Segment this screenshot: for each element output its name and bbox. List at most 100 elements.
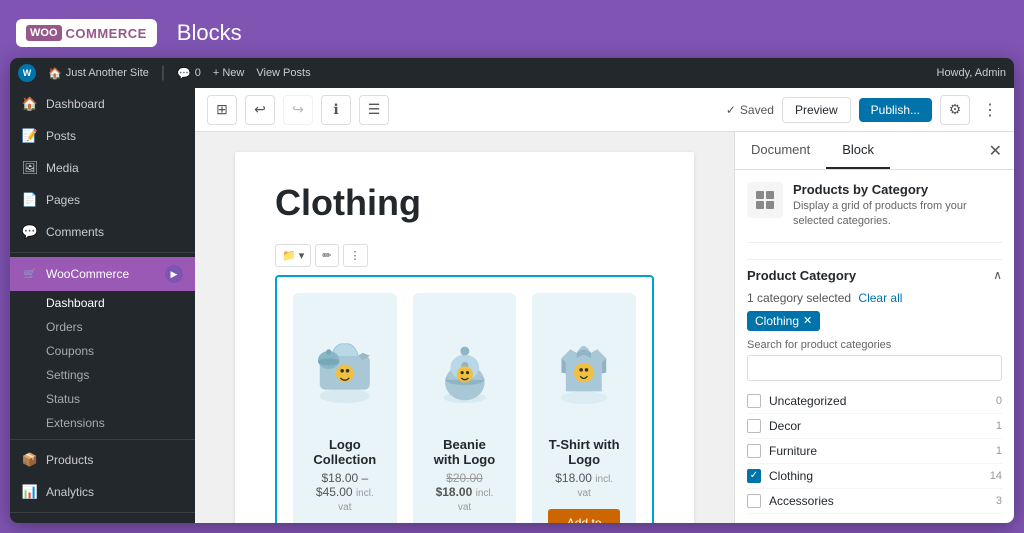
product-category-title: Product Category bbox=[747, 268, 856, 283]
product-svg-1 bbox=[309, 329, 381, 409]
product-image-2 bbox=[429, 309, 501, 429]
cat-count-clothing: 14 bbox=[990, 470, 1002, 482]
product-card-1: Logo Collection $18.00 – $45.00 incl. va… bbox=[293, 293, 397, 523]
new-item[interactable]: + New bbox=[213, 67, 245, 79]
product-image-1 bbox=[309, 309, 381, 429]
panel-tabs: Document Block ✕ bbox=[735, 132, 1014, 170]
product-price-text-3: $18.00 bbox=[555, 471, 592, 485]
editor-area: Clothing 📁 ▾ ✏ ⋮ bbox=[195, 132, 734, 523]
category-count-text: 1 category selected bbox=[747, 291, 851, 305]
sidebar-sub-extensions[interactable]: Extensions bbox=[10, 411, 195, 435]
search-categories-label: Search for product categories bbox=[747, 339, 1002, 351]
sidebar-item-analytics[interactable]: 📊 Analytics bbox=[10, 476, 195, 508]
toolbar-redo-btn[interactable]: ↪ bbox=[283, 95, 313, 125]
category-tag-container: Clothing ✕ bbox=[747, 311, 1002, 339]
clothing-tag: Clothing ✕ bbox=[747, 311, 820, 331]
tab-block[interactable]: Block bbox=[826, 132, 890, 169]
cat-checkbox-decor[interactable] bbox=[747, 419, 761, 433]
product-name-2: Beanie with Logo bbox=[429, 437, 501, 467]
toolbar-info-btn[interactable]: ℹ bbox=[321, 95, 351, 125]
wc-badge: ▶ bbox=[165, 265, 183, 283]
woocommerce-icon: 🛒 bbox=[22, 266, 38, 282]
block-edit-btn[interactable]: ✏ bbox=[315, 244, 338, 267]
product-card-3: T-Shirt with Logo $18.00 incl. vat Add t… bbox=[532, 293, 636, 523]
media-icon: 🖼 bbox=[22, 160, 38, 176]
sidebar-divider2 bbox=[10, 439, 195, 440]
category-item-accessories: Accessories 3 bbox=[747, 489, 1002, 514]
page-title: Blocks bbox=[177, 20, 242, 46]
sidebar-sub-orders[interactable]: Orders bbox=[10, 315, 195, 339]
block-type-icon bbox=[747, 182, 783, 218]
toolbar-block-btn[interactable]: ⊞ bbox=[207, 95, 237, 125]
wp-logo[interactable]: W bbox=[18, 64, 36, 82]
cat-checkbox-furniture[interactable] bbox=[747, 444, 761, 458]
block-folder-btn[interactable]: 📁 ▾ bbox=[275, 244, 311, 267]
category-item-clothing: ✓ Clothing 14 bbox=[747, 464, 1002, 489]
editor-page-title[interactable]: Clothing bbox=[275, 182, 654, 224]
block-info-desc: Display a grid of products from your sel… bbox=[793, 199, 1002, 230]
commerce-text: COMMERCE bbox=[66, 26, 147, 41]
sidebar-item-woocommerce[interactable]: 🛒 WooCommerce ▶ bbox=[10, 257, 195, 291]
clear-all-btn[interactable]: Clear all bbox=[858, 291, 902, 305]
sidebar-sub-dashboard[interactable]: Dashboard bbox=[10, 291, 195, 315]
product-category-header[interactable]: Product Category ∧ bbox=[747, 259, 1002, 291]
cat-checkbox-uncategorized[interactable] bbox=[747, 394, 761, 408]
cat-name-decor: Decor bbox=[769, 419, 801, 433]
block-info-name: Products by Category bbox=[793, 182, 1002, 197]
product-category-toggle: ∧ bbox=[993, 268, 1002, 282]
comments-icon: 💬 bbox=[22, 224, 38, 240]
cat-checkbox-clothing[interactable]: ✓ bbox=[747, 469, 761, 483]
block-toolbar: ⊞ ↩ ↪ ℹ ☰ ✓ Saved Preview Publish... ⚙ ⋮ bbox=[195, 88, 1014, 132]
site-name-item[interactable]: 🏠 Just Another Site bbox=[48, 67, 149, 80]
block-grid-icon bbox=[754, 189, 776, 211]
category-tag-remove[interactable]: ✕ bbox=[803, 314, 812, 327]
right-panel: Document Block ✕ bbox=[734, 132, 1014, 523]
block-action-bar: 📁 ▾ ✏ ⋮ bbox=[275, 244, 654, 267]
sidebar-item-pages[interactable]: 📄 Pages bbox=[10, 184, 195, 216]
saved-label: Saved bbox=[740, 103, 774, 117]
product-price-1: $18.00 – $45.00 incl. vat bbox=[309, 471, 381, 513]
block-info: Products by Category Display a grid of p… bbox=[747, 182, 1002, 243]
search-categories-input[interactable] bbox=[747, 355, 1002, 381]
comment-count-item[interactable]: 💬 0 bbox=[177, 67, 201, 80]
more-options-button[interactable]: ⋮ bbox=[978, 96, 1002, 124]
product-price-sale-2: $18.00 bbox=[436, 485, 473, 499]
separator1: | bbox=[161, 64, 165, 82]
publish-button[interactable]: Publish... bbox=[859, 98, 932, 122]
preview-button[interactable]: Preview bbox=[782, 97, 851, 123]
sidebar-item-posts[interactable]: 📝 Posts bbox=[10, 120, 195, 152]
sidebar-sub-status[interactable]: Status bbox=[10, 387, 195, 411]
cat-checkbox-accessories[interactable] bbox=[747, 494, 761, 508]
sidebar: 🏠 Dashboard 📝 Posts 🖼 Media 📄 Pages 💬 Co… bbox=[10, 88, 195, 523]
block-more-btn[interactable]: ⋮ bbox=[343, 244, 368, 267]
saved-checkmark: ✓ bbox=[726, 103, 736, 117]
cat-name-accessories: Accessories bbox=[769, 494, 834, 508]
sidebar-item-products[interactable]: 📦 Products bbox=[10, 444, 195, 476]
add-to-cart-btn-3[interactable]: Add to cart bbox=[548, 509, 620, 523]
toolbar-undo-btn[interactable]: ↩ bbox=[245, 95, 275, 125]
site-name: Just Another Site bbox=[66, 67, 149, 79]
product-price-original-2: $20.00 bbox=[446, 471, 483, 485]
sidebar-sub-coupons[interactable]: Coupons bbox=[10, 339, 195, 363]
comment-count: 0 bbox=[195, 67, 201, 79]
sidebar-item-dashboard[interactable]: 🏠 Dashboard bbox=[10, 88, 195, 120]
toolbar-list-btn[interactable]: ☰ bbox=[359, 95, 389, 125]
category-item-furniture: Furniture 1 bbox=[747, 439, 1002, 464]
sidebar-sub-settings[interactable]: Settings bbox=[10, 363, 195, 387]
view-posts-item[interactable]: View Posts bbox=[256, 67, 310, 79]
sidebar-analytics-label: Analytics bbox=[46, 485, 94, 499]
cat-count-furniture: 1 bbox=[996, 445, 1002, 457]
wp-admin-bar: W 🏠 Just Another Site | 💬 0 + New View P… bbox=[10, 58, 1014, 88]
sidebar-item-appearance[interactable]: 🎨 Appearence bbox=[10, 517, 195, 523]
sidebar-media-label: Media bbox=[46, 161, 79, 175]
view-posts-label: View Posts bbox=[256, 67, 310, 79]
panel-close-btn[interactable]: ✕ bbox=[977, 133, 1014, 169]
sidebar-item-media[interactable]: 🖼 Media bbox=[10, 152, 195, 184]
woocommerce-logo: WOO COMMERCE bbox=[16, 19, 157, 47]
toolbar-saved-area: ✓ Saved bbox=[726, 103, 774, 117]
category-count: 1 category selected Clear all bbox=[747, 291, 1002, 305]
product-image-3 bbox=[548, 309, 620, 429]
settings-button[interactable]: ⚙ bbox=[940, 95, 970, 125]
tab-document[interactable]: Document bbox=[735, 132, 826, 169]
sidebar-item-comments[interactable]: 💬 Comments bbox=[10, 216, 195, 248]
